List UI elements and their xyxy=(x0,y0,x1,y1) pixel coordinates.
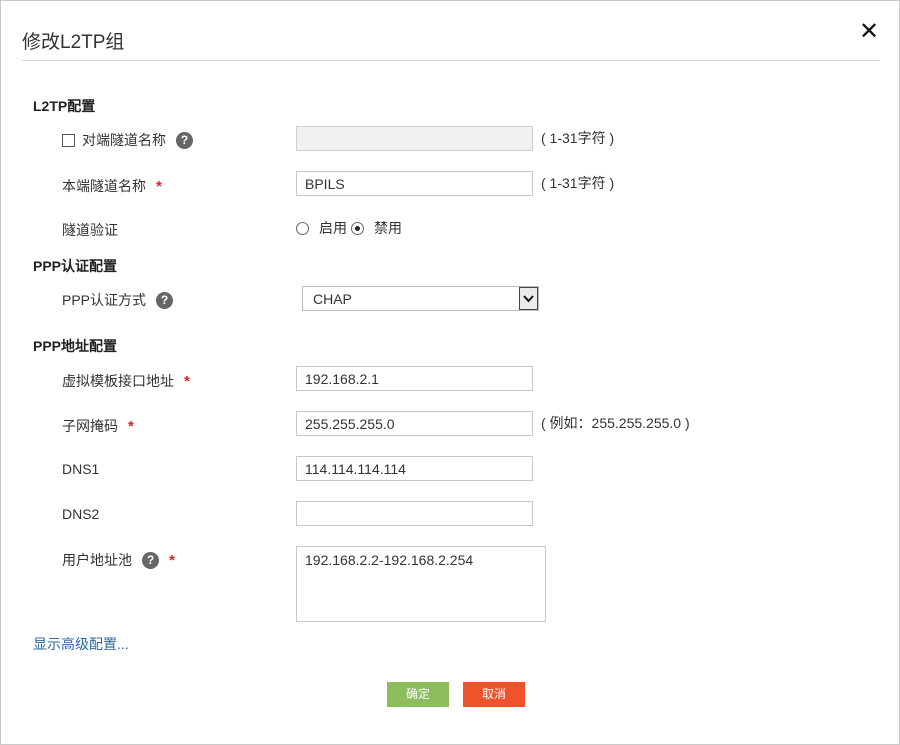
cancel-button[interactable]: 取消 xyxy=(463,682,525,707)
section-l2tp: L2TP配置 xyxy=(33,98,96,114)
subnet-mask-label: 子网掩码 xyxy=(62,418,118,434)
local-tunnel-name-hint: ( 1-31字符 ) xyxy=(541,175,615,191)
tunnel-auth-disable-radio[interactable] xyxy=(351,221,364,235)
tunnel-auth-enable-radio[interactable] xyxy=(296,221,309,235)
peer-tunnel-name-hint: ( 1-31字符 ) xyxy=(541,130,615,146)
peer-tunnel-name-row: 对端隧道名称 ? xyxy=(62,130,193,150)
title-divider xyxy=(22,60,880,61)
ppp-auth-method-row: PPP认证方式 ? xyxy=(62,290,174,310)
peer-tunnel-name-checkbox[interactable] xyxy=(62,133,75,147)
local-tunnel-name-input[interactable]: BPILS xyxy=(296,171,533,196)
dns2-label: DNS2 xyxy=(62,506,100,522)
user-pool-label: 用户地址池 xyxy=(62,552,132,568)
ppp-auth-method-label: PPP认证方式 xyxy=(62,292,147,308)
tunnel-auth-radio-group: 启用 禁用 xyxy=(296,218,402,238)
help-icon[interactable]: ? xyxy=(176,131,193,149)
show-advanced-link[interactable]: 显示高级配置... xyxy=(33,634,129,654)
dialog-title: 修改L2TP组 xyxy=(22,32,125,53)
close-icon[interactable]: ✕ xyxy=(858,20,880,44)
peer-tunnel-name-label: 对端隧道名称 xyxy=(82,132,166,148)
local-tunnel-name-label: 本端隧道名称 xyxy=(62,178,146,194)
confirm-button[interactable]: 确定 xyxy=(387,682,449,707)
help-icon[interactable]: ? xyxy=(142,551,159,569)
section-ppp-auth: PPP认证配置 xyxy=(33,258,118,274)
user-pool-row: 用户地址池 ? * xyxy=(62,550,175,570)
required-mark: * xyxy=(184,372,190,390)
tunnel-auth-label: 隧道验证 xyxy=(62,222,118,238)
ppp-auth-method-value: CHAP xyxy=(313,291,352,307)
peer-tunnel-name-input[interactable] xyxy=(296,126,533,151)
subnet-mask-row: 子网掩码 * xyxy=(62,416,134,436)
required-mark: * xyxy=(169,551,175,569)
required-mark: * xyxy=(156,177,162,195)
ppp-auth-method-select[interactable]: CHAP xyxy=(302,286,539,311)
dns1-label: DNS1 xyxy=(62,461,100,477)
dns2-input[interactable] xyxy=(296,501,533,526)
help-icon[interactable]: ? xyxy=(156,291,174,309)
virtual-template-ip-input[interactable]: 192.168.2.1 xyxy=(296,366,533,391)
local-tunnel-name-row: 本端隧道名称 * xyxy=(62,176,162,196)
tunnel-auth-disable-label: 禁用 xyxy=(374,220,402,236)
chevron-down-icon[interactable] xyxy=(519,287,538,310)
edit-l2tp-dialog: 修改L2TP组 ✕ L2TP配置 对端隧道名称 ? ( 1-31字符 ) 本端隧… xyxy=(0,0,900,745)
subnet-mask-hint: ( 例如：255.255.255.0 ) xyxy=(541,415,690,431)
tunnel-auth-enable-label: 启用 xyxy=(319,220,347,236)
user-pool-textarea[interactable]: 192.168.2.2-192.168.2.254 xyxy=(296,546,546,622)
subnet-mask-input[interactable]: 255.255.255.0 xyxy=(296,411,533,436)
section-ppp-addr: PPP地址配置 xyxy=(33,338,118,354)
virtual-template-ip-label: 虚拟模板接口地址 xyxy=(62,373,174,389)
required-mark: * xyxy=(128,417,134,435)
virtual-template-ip-row: 虚拟模板接口地址 * xyxy=(62,371,190,391)
dns1-input[interactable]: 114.114.114.114 xyxy=(296,456,533,481)
